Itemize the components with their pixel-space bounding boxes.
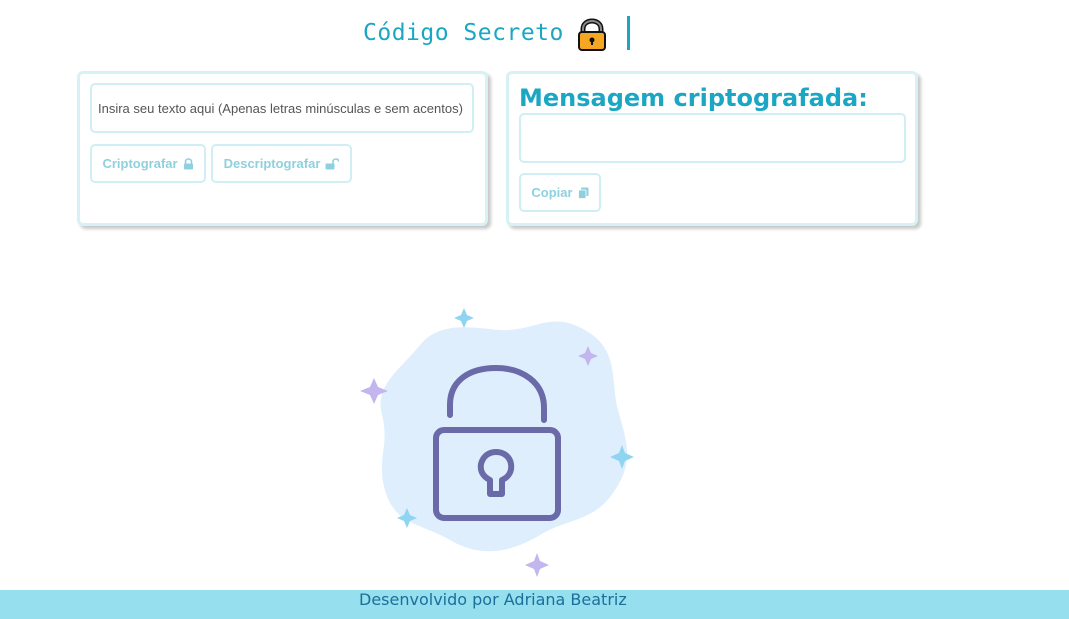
copy-icon: [577, 187, 589, 199]
output-panel: Mensagem criptografada: Copiar: [506, 71, 918, 226]
lock-icon: [183, 157, 194, 170]
text-cursor: [627, 16, 630, 50]
output-title: Mensagem criptografada:: [519, 84, 868, 112]
copy-button-label: Copiar: [531, 185, 573, 200]
unlock-icon: [325, 157, 340, 170]
padlock-illustration: [300, 250, 700, 590]
footer-credit: Desenvolvido por Adriana Beatriz: [359, 590, 627, 609]
page-footer: Desenvolvido por Adriana Beatriz: [0, 590, 1069, 619]
decrypt-button-label: Descriptografar: [223, 156, 321, 171]
encrypted-output[interactable]: [519, 113, 906, 163]
page-title: Código Secreto: [363, 20, 564, 46]
input-panel: Criptografar Descriptografar: [77, 71, 488, 226]
copy-button[interactable]: Copiar: [519, 173, 601, 212]
plaintext-input[interactable]: [90, 83, 474, 133]
app-header: Código Secreto: [0, 14, 1069, 54]
encrypt-button[interactable]: Criptografar: [90, 144, 206, 183]
padlock-icon: [576, 18, 608, 52]
encrypt-button-label: Criptografar: [102, 156, 178, 171]
decrypt-button[interactable]: Descriptografar: [211, 144, 352, 183]
